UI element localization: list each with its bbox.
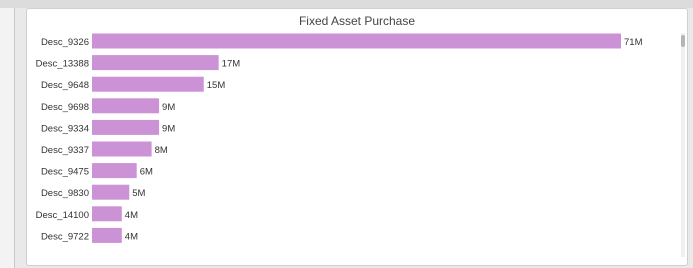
bar[interactable] — [92, 184, 130, 200]
data-label: 6M — [140, 167, 153, 178]
bar[interactable] — [92, 55, 219, 71]
category-label: Desc_9337 — [41, 145, 89, 156]
category-label: Desc_13388 — [36, 59, 89, 70]
data-label: 15M — [207, 80, 226, 91]
scrollbar-track[interactable] — [681, 33, 685, 257]
data-label: 9M — [162, 123, 175, 134]
category-label: Desc_9830 — [41, 188, 89, 199]
category-label: Desc_9648 — [41, 80, 89, 91]
category-label: Desc_9722 — [41, 231, 89, 242]
data-label: 4M — [125, 231, 138, 242]
category-label: Desc_9698 — [41, 102, 89, 113]
data-label: 4M — [125, 210, 138, 221]
scrollbar-thumb[interactable] — [681, 35, 685, 47]
data-label: 8M — [155, 145, 168, 156]
bar[interactable] — [92, 33, 621, 49]
left-panel — [0, 8, 15, 268]
data-label: 5M — [132, 188, 145, 199]
data-label: 9M — [162, 102, 175, 113]
chart-card[interactable]: Fixed Asset Purchase Desc_9326 71M Desc_13… — [26, 8, 688, 266]
bar[interactable] — [92, 141, 152, 157]
bar[interactable] — [92, 98, 160, 114]
bar-chart: Desc_9326 71M Desc_13388 17M Desc_9648 15M Des… — [36, 33, 643, 243]
top-strip — [0, 0, 693, 8]
bar[interactable] — [92, 76, 204, 92]
bar[interactable] — [92, 119, 160, 135]
category-label: Desc_14100 — [36, 210, 89, 221]
data-label: 71M — [624, 37, 643, 48]
bar[interactable] — [92, 227, 122, 243]
category-label: Desc_9334 — [41, 123, 89, 134]
bar[interactable] — [92, 163, 137, 179]
data-label: 17M — [222, 59, 241, 70]
category-label: Desc_9326 — [41, 37, 89, 48]
bar[interactable] — [92, 206, 122, 222]
category-label: Desc_9475 — [41, 167, 89, 178]
